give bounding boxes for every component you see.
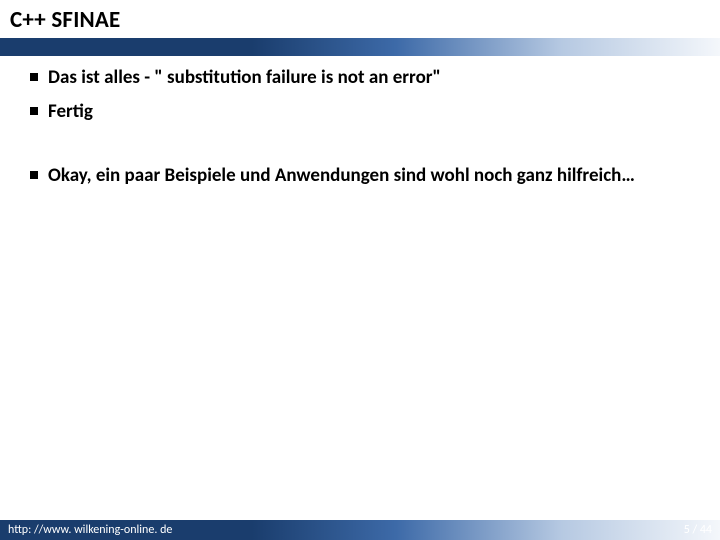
slide-content: Das ist alles - " substitution failure i… xyxy=(0,56,720,520)
footer-url: http: //www. wilkening-online. de xyxy=(8,523,172,537)
bullet-item: Okay, ein paar Beispiele und Anwendungen… xyxy=(30,164,690,188)
bullet-item: Das ist alles - " substitution failure i… xyxy=(30,66,690,90)
bullet-list-1: Das ist alles - " substitution failure i… xyxy=(30,66,690,124)
footer-page-number: 5 / 44 xyxy=(684,523,712,537)
title-divider-bar xyxy=(0,38,720,56)
spacer xyxy=(30,134,690,164)
footer-bar: http: //www. wilkening-online. de 5 / 44 xyxy=(0,520,720,540)
slide-title: C++ SFINAE xyxy=(10,6,710,34)
title-area: C++ SFINAE xyxy=(0,0,720,36)
bullet-list-2: Okay, ein paar Beispiele und Anwendungen… xyxy=(30,164,690,188)
bullet-item: Fertig xyxy=(30,100,690,124)
slide: C++ SFINAE Das ist alles - " substitutio… xyxy=(0,0,720,540)
